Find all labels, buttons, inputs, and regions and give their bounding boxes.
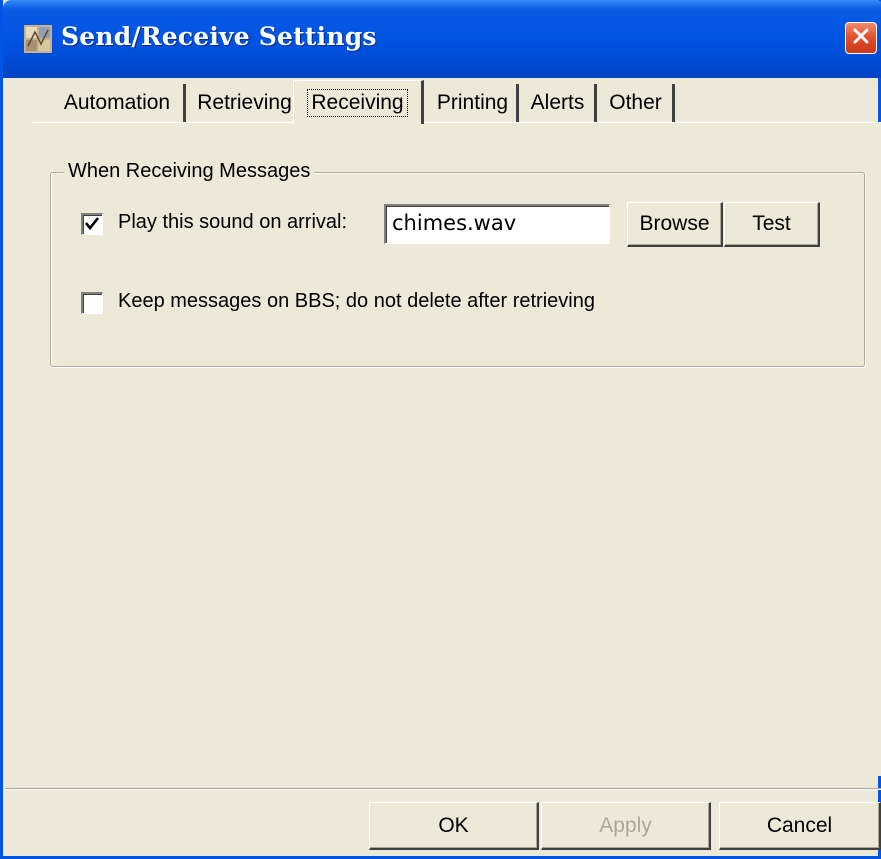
ok-button[interactable]: OK: [369, 802, 539, 850]
close-x-icon: [852, 27, 870, 50]
tab-label: Receiving: [307, 88, 408, 117]
checkmark-icon: [83, 215, 102, 233]
ok-button-label: OK: [438, 813, 469, 837]
sound-file-input[interactable]: chimes.wav: [384, 204, 610, 244]
group-title: When Receiving Messages: [64, 160, 315, 183]
cancel-button-label: Cancel: [766, 813, 833, 837]
browse-button[interactable]: Browse: [627, 202, 723, 247]
browse-button-label: Browse: [639, 212, 710, 235]
keep-messages-checkbox[interactable]: [81, 292, 103, 314]
tab-label: Alerts: [530, 91, 585, 114]
tab-label: Retrieving: [197, 91, 292, 114]
dialog-window: Send/Receive Settings Automation Retriev…: [0, 0, 881, 859]
tab-receiving[interactable]: Receiving: [293, 80, 424, 124]
tab-label: Printing: [436, 91, 509, 114]
tab-automation[interactable]: Automation: [51, 84, 186, 122]
play-sound-checkbox[interactable]: [81, 213, 103, 235]
keep-messages-label: Keep messages on BBS; do not delete afte…: [118, 290, 595, 312]
tab-strip: Automation Retrieving Receiving Printing…: [37, 80, 857, 124]
tab-printing[interactable]: Printing: [429, 84, 519, 122]
tab-alerts[interactable]: Alerts: [521, 84, 597, 122]
title-bar[interactable]: Send/Receive Settings: [3, 0, 881, 78]
tab-label: Automation: [63, 91, 171, 114]
tab-other[interactable]: Other: [599, 84, 675, 122]
footer-divider: [6, 788, 881, 790]
tab-label: Other: [609, 91, 662, 114]
app-icon: [23, 24, 53, 54]
apply-button[interactable]: Apply: [541, 802, 711, 850]
cancel-button[interactable]: Cancel: [719, 802, 881, 850]
test-button-label: Test: [752, 212, 791, 235]
play-sound-label: Play this sound on arrival:: [118, 211, 348, 233]
close-button[interactable]: [845, 22, 877, 54]
tab-retrieving[interactable]: Retrieving: [188, 84, 304, 122]
apply-button-label: Apply: [599, 813, 652, 837]
window-title: Send/Receive Settings: [61, 22, 377, 51]
test-button[interactable]: Test: [724, 202, 820, 247]
